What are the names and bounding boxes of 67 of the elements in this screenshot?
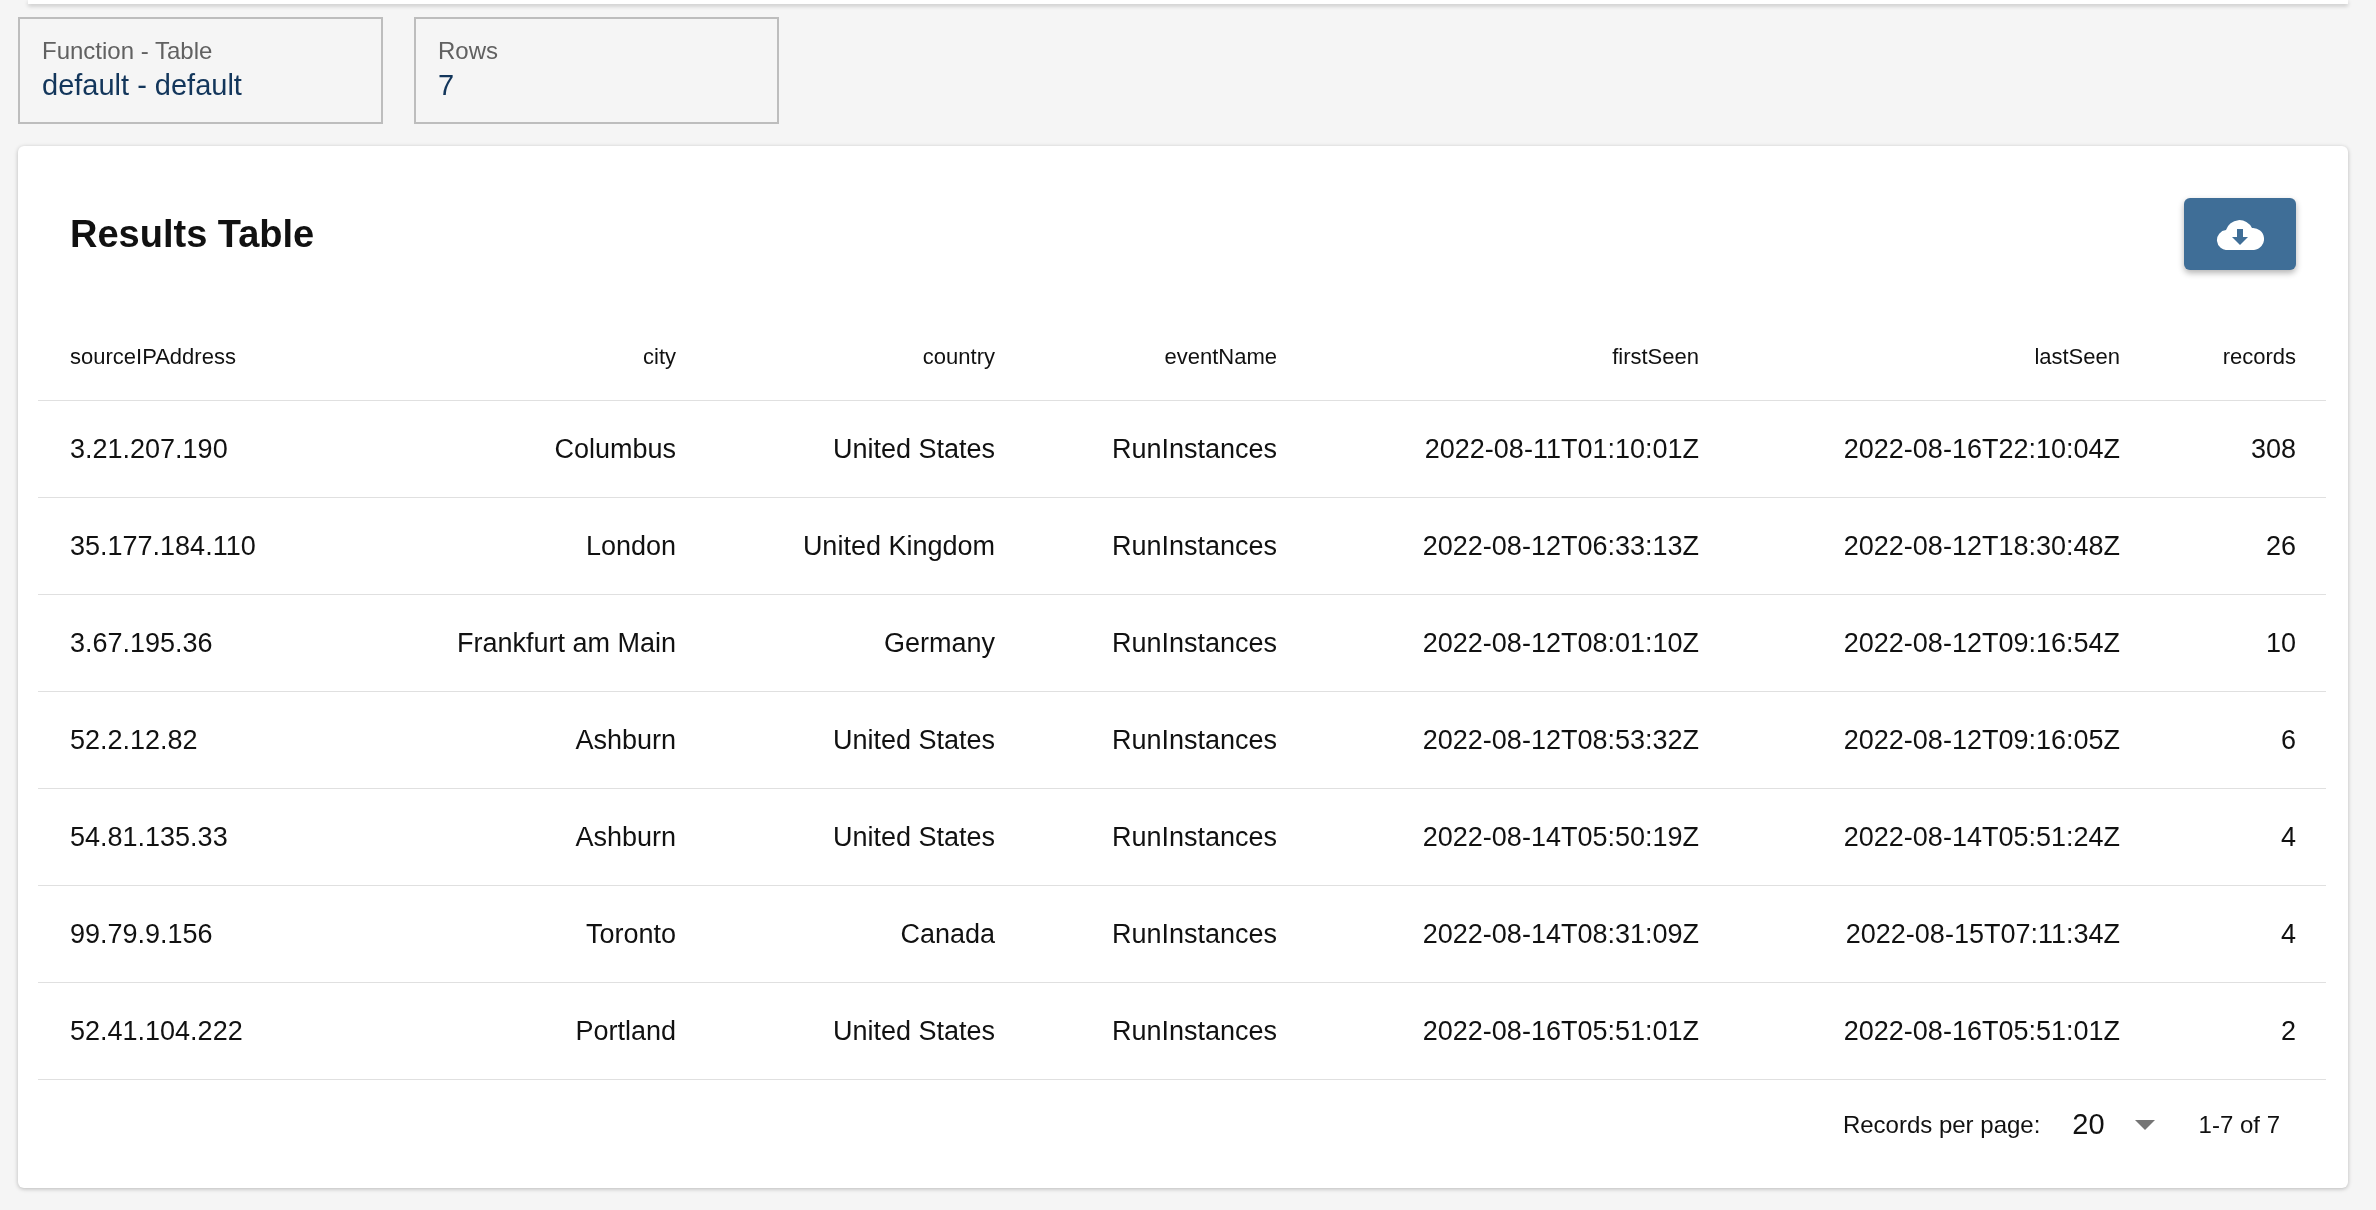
table-cell: RunInstances: [995, 498, 1277, 595]
table-cell: 2022-08-12T08:01:10Z: [1277, 595, 1699, 692]
page-range: 1-7 of 7: [2198, 1110, 2280, 1139]
table-cell: RunInstances: [995, 401, 1277, 498]
column-header[interactable]: city: [420, 314, 676, 401]
table-cell: Columbus: [420, 401, 676, 498]
table-cell: 4: [2120, 789, 2296, 886]
table-cell: 2022-08-14T05:51:24Z: [1699, 789, 2120, 886]
table-cell: 54.81.135.33: [38, 789, 420, 886]
table-cell: Toronto: [420, 886, 676, 983]
cloud-download-icon: [2216, 218, 2264, 250]
table-cell: 3.67.195.36: [38, 595, 420, 692]
table-cell: 52.2.12.82: [38, 692, 420, 789]
table-cell: 2022-08-14T05:50:19Z: [1277, 789, 1699, 886]
download-button[interactable]: [2184, 198, 2296, 270]
table-cell: RunInstances: [995, 789, 1277, 886]
table-cell: United Kingdom: [676, 498, 995, 595]
column-header[interactable]: lastSeen: [1699, 314, 2120, 401]
column-header[interactable]: eventName: [995, 314, 1277, 401]
table-cell: 26: [2120, 498, 2296, 595]
table-cell: 52.41.104.222: [38, 983, 420, 1080]
table-cell: 2022-08-12T06:33:13Z: [1277, 498, 1699, 595]
table-cell: 2: [2120, 983, 2296, 1080]
table-cell: 2022-08-16T22:10:04Z: [1699, 401, 2120, 498]
table-cell: United States: [676, 789, 995, 886]
table-cell: 35.177.184.110: [38, 498, 420, 595]
table-cell: 2022-08-16T05:51:01Z: [1277, 983, 1699, 1080]
table-cell: United States: [676, 983, 995, 1080]
table-cell: United States: [676, 401, 995, 498]
summary-label: Rows: [438, 37, 499, 65]
card-title: Results Table: [70, 212, 315, 256]
table-cell: 2022-08-14T08:31:09Z: [1277, 886, 1699, 983]
table-cell: Ashburn: [420, 789, 676, 886]
table-cell: 2022-08-16T05:51:01Z: [1699, 983, 2120, 1080]
table-cell: 4: [2120, 886, 2296, 983]
table-cell: 2022-08-12T09:16:54Z: [1699, 595, 2120, 692]
column-header[interactable]: firstSeen: [1277, 314, 1699, 401]
table-cell: 6: [2120, 692, 2296, 789]
table-cell: 308: [2120, 401, 2296, 498]
table-cell: RunInstances: [995, 595, 1277, 692]
table-cell: Portland: [420, 983, 676, 1080]
table-cell: Canada: [676, 886, 995, 983]
caret-down-icon: [2134, 1119, 2155, 1130]
table-cell: RunInstances: [995, 692, 1277, 789]
table-cell: 2022-08-12T09:16:05Z: [1699, 692, 2120, 789]
summary-value: default - default: [42, 69, 243, 102]
records-per-page-dropdown[interactable]: 20: [2072, 1108, 2155, 1141]
table-cell: 2022-08-15T07:11:34Z: [1699, 886, 2120, 983]
records-per-page-label: Records per page:: [1842, 1110, 2041, 1139]
table-cell: United States: [676, 692, 995, 789]
summary-value: 7: [438, 69, 456, 102]
column-header[interactable]: sourceIPAddress: [38, 314, 420, 401]
table-cell: Frankfurt am Main: [420, 595, 676, 692]
table-cell: RunInstances: [995, 983, 1277, 1080]
summary-label: Function - Table: [42, 37, 214, 65]
table-cell: 10: [2120, 595, 2296, 692]
column-header[interactable]: country: [676, 314, 995, 401]
table-cell: 2022-08-12T08:53:32Z: [1277, 692, 1699, 789]
table-cell: Ashburn: [420, 692, 676, 789]
table-cell: 3.21.207.190: [38, 401, 420, 498]
column-header[interactable]: records: [2120, 314, 2296, 401]
table-cell: 2022-08-11T01:10:01Z: [1277, 401, 1699, 498]
table-cell: 2022-08-12T18:30:48Z: [1699, 498, 2120, 595]
table-cell: London: [420, 498, 676, 595]
table-cell: 99.79.9.156: [38, 886, 420, 983]
table-cell: RunInstances: [995, 886, 1277, 983]
table-cell: Germany: [676, 595, 995, 692]
